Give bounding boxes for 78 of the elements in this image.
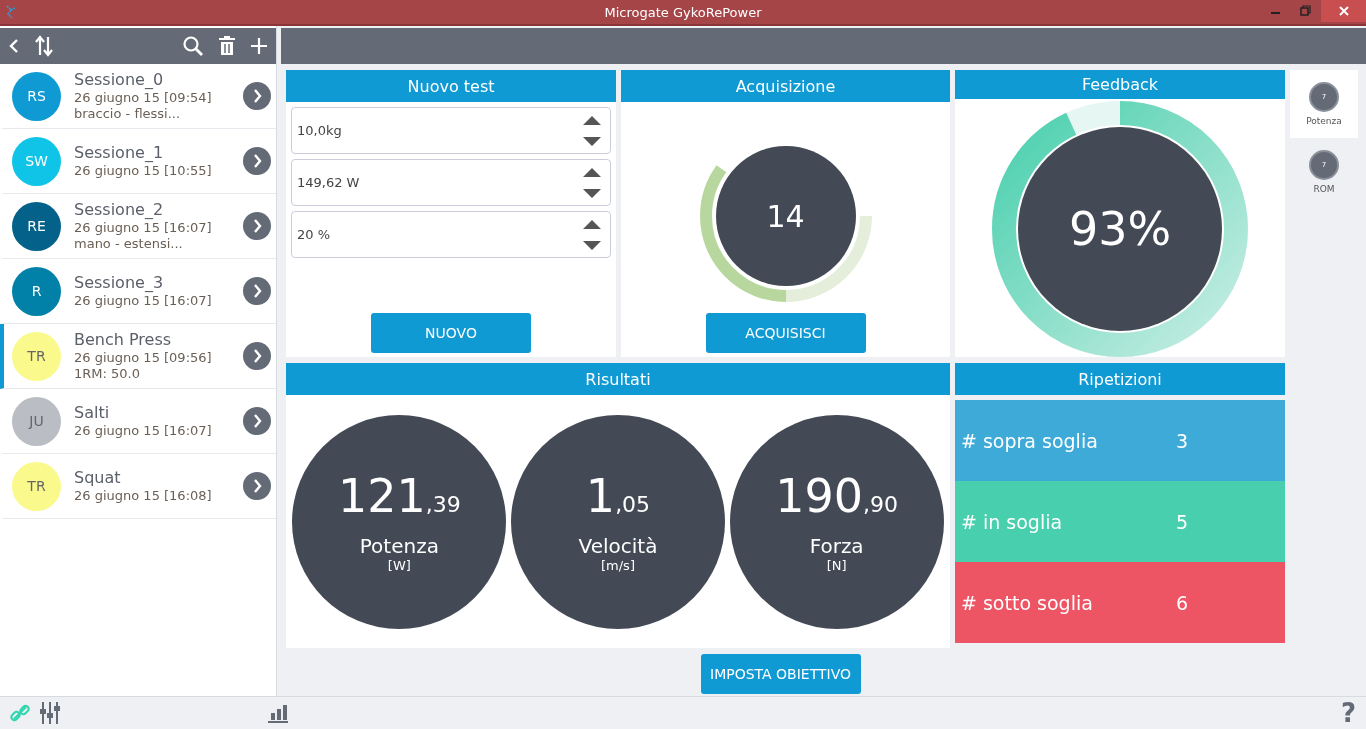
session-date: 26 giugno 15 [16:07] [74,220,213,236]
feedback-value: 93% [1068,202,1172,256]
card-header: Nuovo test [286,70,616,102]
trash-icon[interactable] [218,36,236,56]
chevron-icon[interactable] [243,212,271,240]
result-value: 1,05 [585,470,651,525]
app-icon [4,4,18,20]
dial-label: Potenza [1306,116,1342,126]
help-button[interactable]: ? [1340,698,1356,728]
session-item[interactable]: R Sessione_3 26 giugno 15 [16:07] [0,259,276,324]
session-date: 26 giugno 15 [16:07] [74,293,213,309]
session-name: Sessione_2 [74,200,165,220]
window-title: Microgate GykoRePower [603,4,763,20]
avatar: R [12,266,61,316]
session-name: Sessione_3 [74,273,165,293]
avatar: TR [12,461,61,511]
session-date: 26 giugno 15 [10:55] [74,163,213,179]
repetition-count: 6 [1176,591,1189,614]
result-unit: [N] [826,557,847,573]
avatar: TR [12,331,61,381]
spin-field[interactable]: 149,62 W [291,159,611,206]
chevron-icon[interactable] [243,407,271,435]
spin-field[interactable]: 20 % [291,211,611,258]
close-button[interactable] [1321,0,1366,22]
repetition-label: # sotto soglia [961,591,1094,614]
result-value: 190,90 [775,470,899,525]
close-icon[interactable] [1337,5,1350,17]
repetition-count: 14 [766,198,805,234]
result-label: Forza [809,533,864,558]
session-name: Salti [74,403,111,423]
session-name: Squat [74,468,122,488]
session-date: 26 giugno 15 [16:07] [74,423,213,439]
result-unit: [W] [387,557,411,573]
result-value: 121,39 [337,470,461,525]
chevron-icon[interactable] [243,342,271,370]
avatar: RE [12,201,61,251]
card-header: Risultati [286,363,950,395]
sliders-icon[interactable] [40,702,60,724]
avatar: RS [12,71,61,121]
repetition-count: 3 [1176,429,1189,452]
chevron-icon[interactable] [243,277,271,305]
session-note: 1RM: 50.0 [74,366,141,382]
result-unit: [m/s] [601,557,635,573]
back-icon[interactable] [8,38,20,54]
session-note: braccio - flessi... [74,106,182,122]
sort-icon[interactable] [34,35,54,57]
chevron-icon[interactable] [243,82,271,110]
avatar: SW [12,136,61,186]
card-header: Ripetizioni [955,363,1285,395]
repetition-label: # sopra soglia [961,429,1099,452]
session-date: 26 giugno 15 [16:08] [74,488,213,504]
card-header: Feedback [955,70,1285,99]
session-name: Sessione_1 [74,143,165,163]
add-icon[interactable] [250,37,268,55]
avatar: JU [12,396,61,446]
result-label: Potenza [359,533,439,558]
spin-field[interactable]: 10,0kg [291,107,611,154]
session-item[interactable]: RS Sessione_0 26 giugno 15 [09:54] braccio - flessi... [0,64,276,129]
session-date: 26 giugno 15 [09:54] [74,90,213,106]
session-item[interactable]: TR Squat 26 giugno 15 [16:08] [0,454,276,519]
card-header: Acquisizione [621,70,950,102]
session-note: mano - estensi... [74,236,184,252]
session-item[interactable]: RE Sessione_2 26 giugno 15 [16:07] mano - estensi... [0,194,276,259]
repetition-count: 5 [1176,510,1189,533]
dial-label: ROM [1313,184,1335,194]
chevron-icon[interactable] [243,147,271,175]
search-icon[interactable] [182,35,204,57]
result-label: Velocità [578,533,658,558]
session-date: 26 giugno 15 [09:56] [74,350,213,366]
bar-chart-icon[interactable] [268,703,288,723]
session-name: Bench Press [74,330,173,350]
session-name: Sessione_0 [74,70,165,90]
session-item[interactable]: SW Sessione_1 26 giugno 15 [10:55] [0,129,276,194]
repetition-label: # in soglia [961,510,1064,533]
session-item[interactable]: JU Salti 26 giugno 15 [16:07] [0,389,276,454]
restore-icon[interactable] [1300,5,1312,17]
chevron-icon[interactable] [243,472,271,500]
session-item[interactable]: TR Bench Press 26 giugno 15 [09:56] 1RM: 50.0 [0,324,276,389]
